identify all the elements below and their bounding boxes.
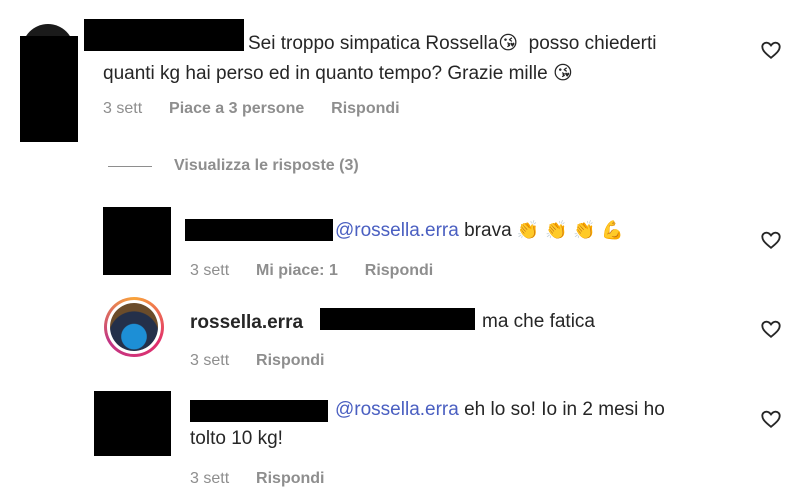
reply-2: rossella.erra ma che fatica 3 sett Rispo…: [0, 295, 800, 380]
heart-outline-icon[interactable]: [760, 39, 782, 61]
mention-link[interactable]: @rossella.erra: [335, 399, 459, 420]
heart-outline-icon[interactable]: [760, 229, 782, 251]
reply-text: ma che fatica: [482, 311, 595, 332]
kiss-emoji: 😘: [498, 32, 519, 54]
mention-redaction: [320, 308, 475, 330]
mention-link[interactable]: @rossella.erra: [335, 220, 459, 241]
username-redaction: [190, 400, 328, 422]
avatar-redaction: [20, 36, 78, 142]
timestamp[interactable]: 3 sett: [190, 352, 229, 369]
reply-text: @rossella.erra brava 👏 👏 👏 💪: [335, 216, 624, 246]
clap-emojis: 👏 👏 👏 💪: [516, 220, 624, 241]
likes-count[interactable]: Piace a 3 persone: [169, 100, 304, 117]
comment-text-line-1: Sei troppo simpatica Rossella😘 posso chi…: [248, 28, 656, 59]
reply-button[interactable]: Rispondi: [365, 262, 433, 279]
replies-divider: [108, 166, 152, 167]
avatar-redaction: [94, 391, 171, 456]
reply-meta: 3 sett Rispondi: [190, 352, 324, 370]
comment-text-line-2: quanti kg hai perso ed in quanto tempo? …: [103, 58, 573, 89]
reply-3: @rossella.erra eh lo so! Io in 2 mesi ho…: [0, 385, 800, 488]
reply-text-line-1: @rossella.erra eh lo so! Io in 2 mesi ho: [335, 399, 665, 420]
story-avatar[interactable]: [104, 297, 164, 357]
timestamp[interactable]: 3 sett: [103, 100, 142, 117]
heart-outline-icon[interactable]: [760, 408, 782, 430]
avatar-border: [107, 300, 161, 354]
username-redaction: [84, 19, 244, 51]
profile-photo: [110, 303, 158, 351]
avatar-redaction: [103, 207, 171, 275]
kiss-emoji: 😘: [552, 62, 573, 84]
comment-meta: 3 sett Piace a 3 persone Rispondi: [103, 100, 400, 118]
reply-button[interactable]: Rispondi: [256, 352, 324, 369]
reply-text-row: rossella.erra: [190, 308, 303, 338]
username-redaction: [185, 219, 333, 241]
reply-meta: 3 sett Mi piace: 1 Rispondi: [190, 262, 433, 280]
username-link[interactable]: rossella.erra: [190, 312, 303, 333]
reply-meta: 3 sett Rispondi: [190, 470, 324, 488]
reply-button[interactable]: Rispondi: [331, 100, 399, 117]
reply-button[interactable]: Rispondi: [256, 470, 324, 487]
heart-outline-icon[interactable]: [760, 318, 782, 340]
likes-count[interactable]: Mi piace: 1: [256, 262, 338, 279]
comment-1: Sei troppo simpatica Rossella😘 posso chi…: [0, 0, 800, 142]
timestamp[interactable]: 3 sett: [190, 262, 229, 279]
view-replies-label: Visualizza le risposte (3): [174, 157, 359, 174]
reply-text-line-2: tolto 10 kg!: [190, 428, 283, 449]
reply-1: @rossella.erra brava 👏 👏 👏 💪 3 sett Mi p…: [0, 200, 800, 290]
timestamp[interactable]: 3 sett: [190, 470, 229, 487]
